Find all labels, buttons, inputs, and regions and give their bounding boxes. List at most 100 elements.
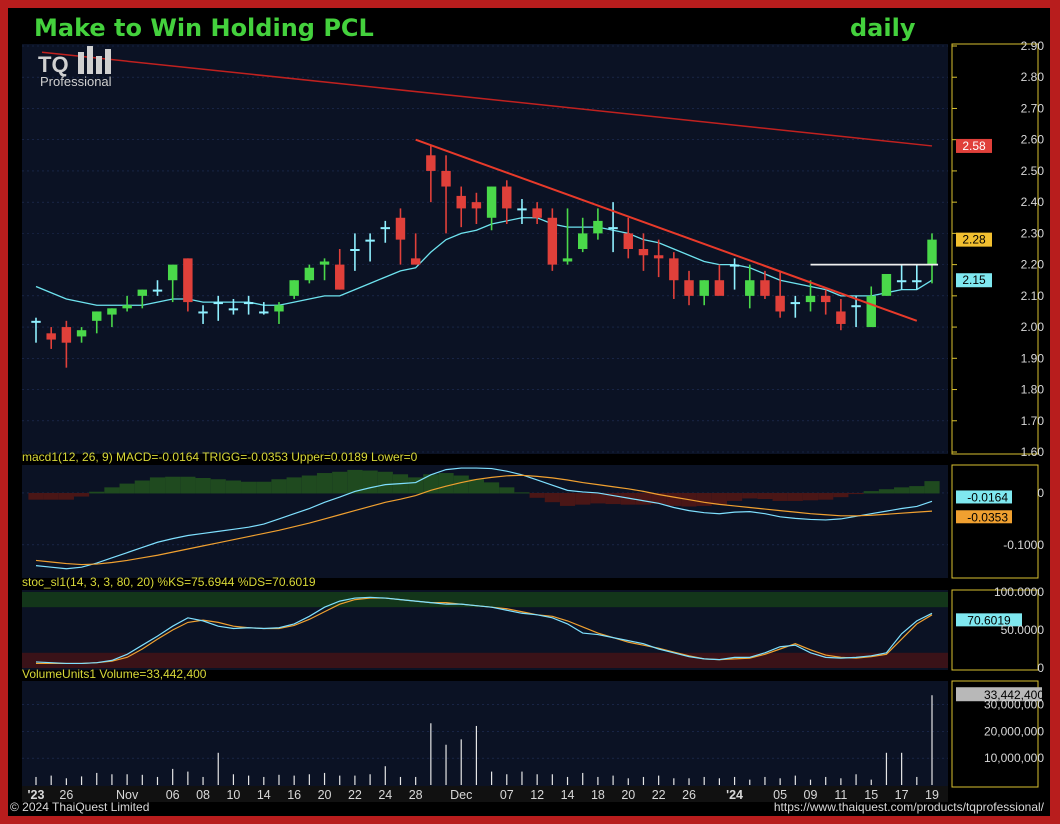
price-marker-label: 2.28: [962, 233, 986, 247]
x-tick-label: 10: [226, 788, 240, 802]
candle-body: [775, 295, 785, 312]
macd-histogram-bar: [301, 475, 317, 494]
volume-marker-label: 33,442,400: [984, 688, 1044, 702]
macd-histogram-bar: [165, 476, 181, 494]
logo-sub: Professional: [40, 74, 112, 89]
price-tick-label: 2.90: [1021, 39, 1045, 53]
macd-histogram-bar: [499, 487, 515, 494]
chart-canvas: Make to Win Holding PCL daily TQ Profess…: [10, 14, 1045, 814]
candle-body: [653, 255, 664, 259]
candle-body: [380, 227, 390, 230]
macd-histogram-bar: [271, 479, 287, 494]
candle-body: [274, 305, 284, 312]
macd-histogram-bar: [726, 492, 743, 501]
candle-body: [289, 280, 299, 296]
stoch-title: stoc_sl1(14, 3, 3, 80, 20) %KS=75.6944 %…: [22, 575, 316, 589]
macd-histogram-bar: [635, 492, 652, 505]
stoch-tick-label: 100.0000: [994, 585, 1044, 599]
macd-histogram-bar: [863, 491, 879, 494]
macd-histogram-bar: [484, 482, 500, 494]
candle-body: [927, 239, 937, 265]
price-tick-label: 2.40: [1021, 195, 1045, 209]
candle-body: [213, 302, 223, 305]
macd-histogram-bar: [195, 478, 211, 494]
logo-bar-icon: [78, 52, 84, 74]
oversold-zone: [22, 652, 948, 668]
x-tick-label: 06: [166, 788, 180, 802]
candle-body: [31, 320, 41, 323]
macd-histogram-bar: [559, 492, 576, 506]
candle-body: [167, 264, 178, 281]
candle-body: [304, 267, 315, 281]
price-tick-label: 1.60: [1021, 445, 1045, 459]
candle-body: [851, 305, 861, 308]
macd-histogram-bar: [878, 489, 895, 494]
candle-body: [122, 305, 132, 309]
chart-frame: Make to Win Holding PCL daily TQ Profess…: [8, 8, 1050, 816]
price-tick-label: 1.80: [1021, 383, 1045, 397]
macd-histogram-bar: [909, 486, 925, 494]
macd-histogram-bar: [28, 492, 44, 500]
macd-histogram-bar: [529, 492, 545, 498]
candle-body: [547, 217, 558, 265]
x-tick-label: 16: [287, 788, 301, 802]
candle-body: [259, 311, 269, 314]
macd-histogram-bar: [666, 492, 682, 506]
candle-body: [486, 186, 497, 218]
macd-histogram-bar: [134, 480, 150, 494]
x-tick-label: 28: [409, 788, 423, 802]
logo-bar-icon: [105, 49, 111, 74]
macd-title: macd1(12, 26, 9) MACD=-0.0164 TRIGG=-0.0…: [22, 450, 418, 464]
stoch-tick-label: 0: [1037, 661, 1044, 675]
macd-histogram-bar: [924, 481, 940, 494]
price-tick-label: 2.30: [1021, 226, 1045, 240]
candle-body: [745, 280, 755, 296]
x-tick-label: 08: [196, 788, 210, 802]
source-url[interactable]: https://www.thaiquest.com/products/tqpro…: [774, 800, 1045, 814]
macd-histogram-bar: [43, 492, 59, 500]
x-tick-label: Nov: [116, 788, 139, 802]
candle-body: [350, 249, 360, 251]
candle-body: [760, 280, 770, 296]
candle-body: [441, 170, 451, 187]
macd-histogram-bar: [332, 471, 348, 494]
candle-body: [836, 311, 846, 324]
stoch-marker-label: 70.6019: [967, 613, 1011, 627]
macd-marker-label: -0.0164: [967, 490, 1008, 504]
x-tick-label: 20: [621, 788, 635, 802]
x-tick-label: 12: [530, 788, 544, 802]
overbought-zone: [22, 592, 948, 608]
candle-body: [319, 261, 330, 265]
x-tick-label: '24: [726, 788, 743, 802]
macd-histogram-bar: [89, 491, 105, 494]
macd-histogram-bar: [180, 476, 196, 494]
panel-bg: [22, 681, 948, 787]
candle-body: [410, 258, 421, 265]
macd-histogram-bar: [241, 481, 257, 494]
macd-histogram-bar: [514, 492, 530, 494]
candle-body: [517, 208, 527, 211]
price-marker-label: 2.15: [962, 273, 986, 287]
price-tick-label: 2.20: [1021, 258, 1045, 272]
candle-body: [46, 333, 56, 340]
macd-histogram-bar: [316, 473, 333, 494]
macd-tick-label: 0: [1037, 486, 1044, 500]
x-tick-label: 19: [925, 788, 939, 802]
x-tick-label: 09: [804, 788, 818, 802]
macd-histogram-bar: [119, 483, 135, 494]
chart-title: Make to Win Holding PCL: [34, 14, 374, 42]
x-tick-label: 11: [834, 788, 847, 802]
candle-body: [365, 239, 375, 242]
macd-histogram-bar: [742, 492, 758, 499]
price-tick-label: 1.70: [1021, 414, 1045, 428]
macd-marker-label: -0.0353: [967, 510, 1008, 524]
macd-histogram-bar: [833, 492, 849, 498]
candle-body: [456, 195, 466, 209]
macd-histogram-bar: [848, 492, 864, 495]
candle-body: [228, 308, 239, 311]
macd-histogram-bar: [362, 470, 378, 494]
candle-body: [912, 280, 922, 283]
macd-histogram-bar: [575, 492, 591, 505]
candle-body: [152, 289, 163, 292]
volume-tick-label: 10,000,000: [984, 751, 1044, 765]
